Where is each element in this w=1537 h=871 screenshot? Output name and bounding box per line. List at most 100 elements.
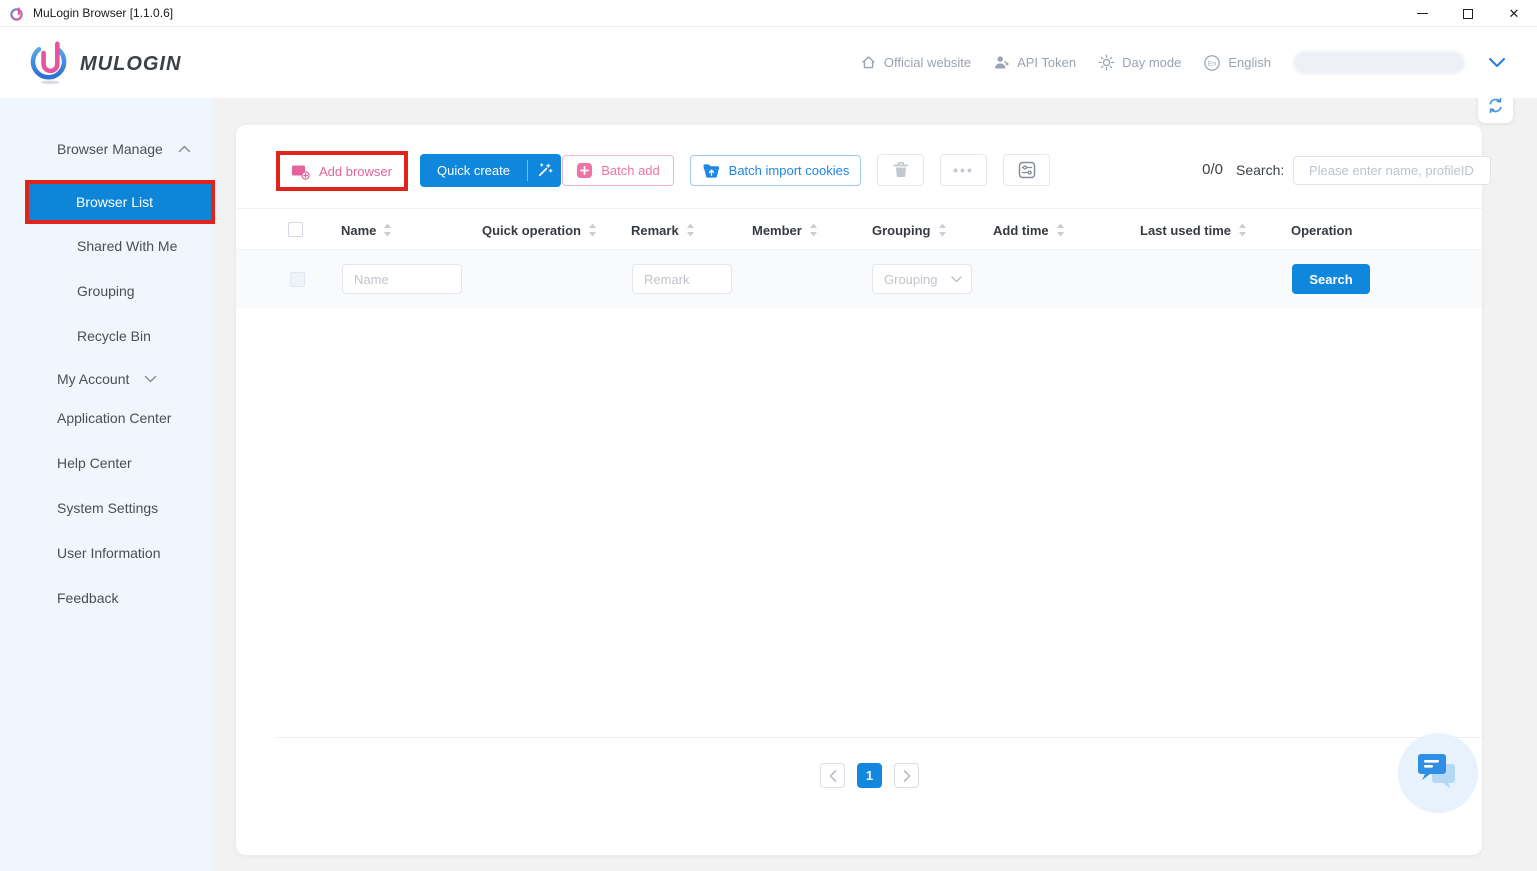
svg-text:En: En [1208,60,1217,67]
close-button[interactable]: ✕ [1491,0,1537,27]
column-label: Operation [1291,223,1352,238]
maximize-button[interactable] [1445,0,1491,27]
trash-icon [892,161,910,179]
sidebar-group-my-account[interactable]: My Account [0,365,212,393]
sidebar-item-label: Help Center [57,455,132,471]
window-controls: ✕ [1399,0,1537,27]
sidebar-item-label: User Information [57,545,160,561]
add-browser-button[interactable]: Add browser [280,155,404,187]
minimize-button[interactable] [1399,0,1445,27]
annotation-highlight-add-browser: Add browser [276,151,408,191]
select-all-checkbox[interactable] [288,222,303,237]
sidebar-item-system-settings[interactable]: System Settings [0,494,212,522]
global-search-box [1293,156,1491,185]
magic-wand-icon[interactable] [528,154,561,187]
selection-count: 0/0 [1161,161,1223,178]
sort-icon[interactable] [383,223,392,237]
filter-name-input[interactable] [342,264,462,294]
nav-label: Official website [884,55,971,70]
official-website-link[interactable]: Official website [860,54,971,71]
column-header-operation: Operation [1291,209,1352,251]
sidebar-item-label: Browser Manage [57,141,163,157]
row-checkbox[interactable] [290,272,305,287]
mulogin-logo-icon [28,41,72,87]
column-settings-button[interactable] [1003,154,1050,186]
batch-import-cookies-label: Batch import cookies [729,163,850,178]
filter-search-button[interactable]: Search [1292,264,1370,294]
ellipsis-icon: ••• [953,162,974,178]
sun-icon [1098,54,1115,71]
brand-logo: MULOGIN [28,41,181,87]
delete-button[interactable] [877,154,924,186]
column-header-grouping: Grouping [872,209,947,251]
table-filter-row: Grouping Search [236,250,1482,308]
filter-grouping-select[interactable]: Grouping [872,264,972,294]
sidebar-item-application-center[interactable]: Application Center [0,404,212,432]
sort-icon[interactable] [588,223,597,237]
language-selector[interactable]: En English [1203,54,1271,72]
sidebar: Browser Manage Browser List Shared With … [0,98,212,871]
sidebar-item-label: Feedback [57,590,118,606]
sidebar-item-user-information[interactable]: User Information [0,539,212,567]
sort-icon[interactable] [809,223,818,237]
sidebar-item-help-center[interactable]: Help Center [0,449,212,477]
api-token-link[interactable]: API Token [993,54,1076,71]
browser-list-panel: Add browser Quick create [236,125,1482,855]
language-icon: En [1203,54,1221,72]
day-mode-toggle[interactable]: Day mode [1098,54,1181,71]
column-label: Remark [631,223,679,238]
pagination-prev-button[interactable] [820,763,845,788]
user-key-icon [993,54,1010,71]
batch-add-label: Batch add [601,163,660,178]
close-icon: ✕ [1509,7,1520,20]
pagination-next-button[interactable] [894,763,919,788]
filter-remark-input[interactable] [632,264,732,294]
sidebar-group-browser-manage[interactable]: Browser Manage [0,135,212,163]
sidebar-item-grouping[interactable]: Grouping [0,277,212,305]
pagination-page-1[interactable]: 1 [857,763,882,788]
add-browser-icon [292,163,311,180]
refresh-icon [1486,96,1505,115]
sort-icon[interactable] [1238,223,1247,237]
top-header: MULOGIN Official website API Token [0,27,1537,98]
minimize-icon [1417,13,1428,14]
sidebar-item-label: Shared With Me [77,238,177,254]
column-label: Add time [993,223,1049,238]
sidebar-item-shared-with-me[interactable]: Shared With Me [0,232,212,260]
titlebar: MuLogin Browser [1.1.0.6] ✕ [0,0,1537,27]
footer-divider [276,737,1482,738]
sort-icon[interactable] [938,223,947,237]
sort-icon[interactable] [686,223,695,237]
import-folder-icon [702,163,721,179]
column-label: Quick operation [482,223,581,238]
more-actions-button[interactable]: ••• [940,154,987,186]
header-nav: Official website API Token D [860,27,1507,98]
home-icon [860,54,877,71]
column-header-name: Name [341,209,392,251]
account-chevron-down-icon[interactable] [1487,57,1507,69]
plus-square-icon [576,162,593,179]
sidebar-item-recycle-bin[interactable]: Recycle Bin [0,322,212,350]
app-window: MuLogin Browser [1.1.0.6] ✕ MULOGIN [0,0,1537,871]
account-name-blurred[interactable] [1293,51,1465,74]
sort-icon[interactable] [1056,223,1065,237]
sidebar-item-feedback[interactable]: Feedback [0,584,212,612]
support-chat-button[interactable] [1398,733,1478,813]
annotation-highlight-browser-list: Browser List [25,180,215,224]
sidebar-item-label: Grouping [77,283,135,299]
search-label: Search: [1236,162,1284,178]
quick-create-label: Quick create [420,154,527,187]
sidebar-item-label: My Account [57,371,129,387]
sidebar-item-browser-list[interactable]: Browser List [29,184,211,220]
column-header-member: Member [752,209,818,251]
nav-label: Day mode [1122,55,1181,70]
batch-import-cookies-button[interactable]: Batch import cookies [690,155,861,186]
batch-add-button[interactable]: Batch add [562,155,674,186]
chevron-down-icon [144,375,157,383]
search-input[interactable] [1309,163,1485,178]
column-header-quick-operation: Quick operation [482,209,597,251]
quick-create-button[interactable]: Quick create [420,154,561,187]
maximize-icon [1463,9,1473,19]
sidebar-item-label: Recycle Bin [77,328,151,344]
chevron-up-icon [178,145,191,153]
